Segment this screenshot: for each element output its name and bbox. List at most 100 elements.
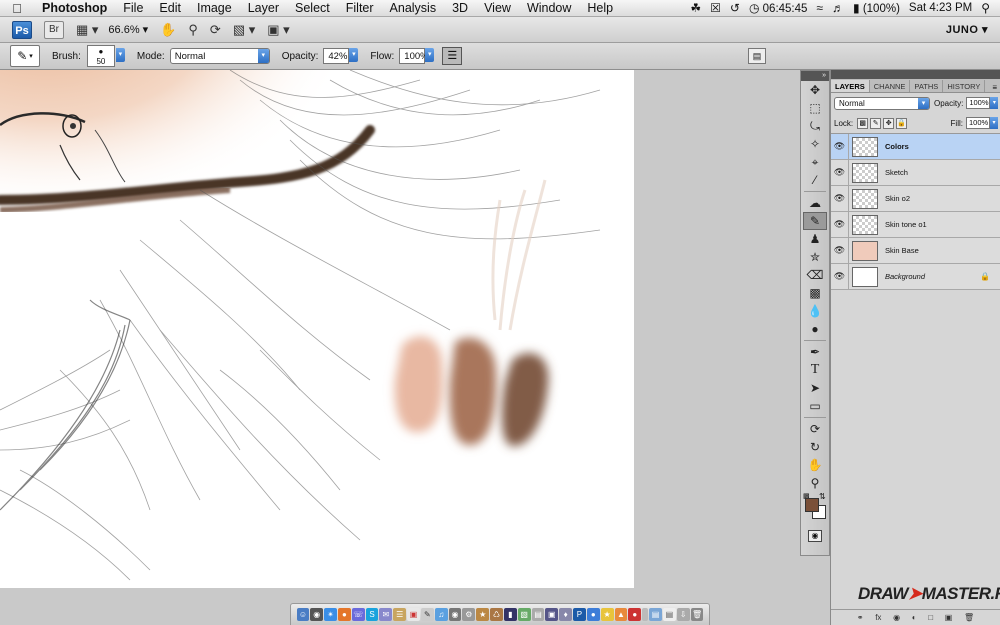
menu-file[interactable]: File bbox=[115, 1, 151, 15]
bridge-button[interactable]: Br bbox=[44, 20, 64, 39]
menu-filter[interactable]: Filter bbox=[338, 1, 382, 15]
history-brush-tool-icon[interactable]: ✮ bbox=[801, 248, 829, 266]
menu-image[interactable]: Image bbox=[189, 1, 240, 15]
menu-layer[interactable]: Layer bbox=[240, 1, 287, 15]
healing-brush-tool-icon[interactable]: ☁ bbox=[801, 194, 829, 212]
clone-stamp-tool-icon[interactable]: ♟ bbox=[801, 230, 829, 248]
game-icon[interactable]: ★ bbox=[476, 608, 490, 621]
safari-icon[interactable]: ✴ bbox=[324, 608, 337, 621]
tab-history[interactable]: HISTORY bbox=[943, 80, 986, 92]
app-red-icon[interactable]: ● bbox=[628, 608, 642, 621]
battery-status[interactable]: ▮ (100%) bbox=[853, 1, 900, 15]
panel-menu-icon[interactable]: ≡ bbox=[992, 83, 1000, 92]
system-preferences-icon[interactable]: ⚙ bbox=[462, 608, 476, 621]
dashboard-icon[interactable]: ◉ bbox=[310, 608, 324, 621]
canvas-area[interactable] bbox=[0, 70, 800, 625]
app-icon[interactable]: ▣ bbox=[545, 608, 559, 621]
brush-picker-arrow[interactable]: ▾ bbox=[115, 48, 125, 64]
layer-opacity-arrow[interactable]: ▾ bbox=[990, 97, 999, 109]
mail-icon[interactable]: ✉ bbox=[379, 608, 393, 621]
volume-icon[interactable]: ♬ bbox=[832, 1, 844, 15]
tab-layers[interactable]: LAYERS bbox=[831, 80, 870, 92]
shape-tool-icon[interactable]: ▭ bbox=[801, 397, 829, 415]
layer-row-colors[interactable]: 👁 Colors bbox=[831, 133, 1000, 160]
blur-tool-icon[interactable]: 💧 bbox=[801, 302, 829, 320]
eraser-tool-icon[interactable]: ⌫ bbox=[801, 266, 829, 284]
workspace-switcher[interactable]: JUNO ▾ bbox=[946, 23, 988, 36]
fill-field[interactable]: 100% bbox=[966, 117, 990, 129]
add-mask-icon[interactable]: ◉ bbox=[893, 613, 900, 622]
calendar-icon[interactable]: ▣ bbox=[407, 608, 420, 621]
new-layer-icon[interactable]: ▣ bbox=[945, 613, 953, 622]
vlc-icon[interactable]: ▲ bbox=[614, 608, 628, 621]
menu-app-name[interactable]: Photoshop bbox=[34, 1, 115, 15]
blend-mode-select[interactable]: Normal ▾ bbox=[834, 96, 930, 110]
layer-row-background[interactable]: 👁 Background 🔒 bbox=[831, 263, 1000, 290]
move-tool-icon[interactable]: ✥ bbox=[801, 81, 829, 99]
lock-all-icon[interactable]: 🔒 bbox=[896, 117, 908, 129]
app-yellow-icon[interactable]: ★ bbox=[600, 608, 614, 621]
gradient-tool-icon[interactable]: ▩ bbox=[801, 284, 829, 302]
toolbox-header[interactable]: » bbox=[801, 71, 829, 81]
opacity-slider-arrow[interactable]: ▾ bbox=[349, 48, 359, 64]
eye-icon[interactable]: 👁 bbox=[831, 159, 849, 186]
eye-icon[interactable]: 👁 bbox=[831, 133, 849, 160]
screen-mode-icon[interactable]: ▣ ▾ bbox=[267, 22, 289, 38]
tab-paths[interactable]: PATHS bbox=[910, 80, 944, 92]
activity-monitor-icon[interactable]: ▤ bbox=[531, 608, 545, 621]
menu-edit[interactable]: Edit bbox=[151, 1, 189, 15]
clock-readout[interactable]: ◷ 06:45:45 bbox=[749, 1, 807, 15]
quick-selection-tool-icon[interactable]: ✧ bbox=[801, 135, 829, 153]
camera-icon[interactable]: ◉ bbox=[448, 608, 462, 621]
lock-position-icon[interactable]: ✥ bbox=[883, 117, 895, 129]
layer-opacity-field[interactable]: 100% bbox=[966, 97, 991, 109]
datetime[interactable]: Sat 4:23 PM bbox=[909, 2, 972, 14]
tab-channels[interactable]: CHANNE bbox=[870, 80, 911, 92]
documents-icon[interactable]: ▤ bbox=[662, 608, 676, 621]
menu-3d[interactable]: 3D bbox=[444, 1, 476, 15]
time-machine-icon[interactable]: ↺ bbox=[730, 1, 740, 15]
photoshop-dock-icon[interactable]: P bbox=[573, 608, 586, 621]
finder-icon[interactable]: ☺ bbox=[296, 608, 310, 621]
lock-pixels-icon[interactable]: ✎ bbox=[870, 117, 882, 129]
zoom-tool-icon[interactable]: ⚲ bbox=[801, 474, 829, 492]
marquee-tool-icon[interactable]: ⬚ bbox=[801, 99, 829, 117]
layer-row-skin-o2[interactable]: 👁 Skin o2 bbox=[831, 185, 1000, 212]
3d-rotate-tool-icon[interactable]: ⟳ bbox=[801, 420, 829, 438]
fill-arrow[interactable]: ▾ bbox=[990, 117, 998, 129]
evernote-icon[interactable]: ☘ bbox=[690, 1, 701, 15]
firefox-icon[interactable]: ● bbox=[337, 608, 351, 621]
rotate-view-icon[interactable]: ⟳ bbox=[210, 22, 221, 38]
mode-select[interactable]: Normal ▾ bbox=[169, 48, 270, 64]
brush-tool-icon[interactable]: ✎ bbox=[803, 212, 827, 230]
new-group-icon[interactable]: □ bbox=[928, 613, 933, 622]
type-tool-icon[interactable]: T bbox=[801, 361, 829, 379]
arrange-documents-icon[interactable]: ▧ ▾ bbox=[233, 22, 255, 38]
layer-row-skin-tone-o1[interactable]: 👁 Skin tone o1 bbox=[831, 211, 1000, 238]
preview-icon[interactable]: ✎ bbox=[420, 608, 434, 621]
eye-icon[interactable]: 👁 bbox=[831, 211, 849, 238]
apple-menu-icon[interactable]:  bbox=[0, 1, 34, 16]
calculator-icon[interactable]: ▧ bbox=[517, 608, 531, 621]
layer-row-sketch[interactable]: 👁 Sketch bbox=[831, 159, 1000, 186]
lasso-tool-icon[interactable]: ⤿ bbox=[801, 117, 829, 135]
pen-tool-icon[interactable]: ✒ bbox=[801, 343, 829, 361]
menu-window[interactable]: Window bbox=[519, 1, 579, 15]
tool-preset-picker[interactable]: ✎ ▾ bbox=[10, 45, 40, 67]
ps-logo[interactable]: Ps bbox=[12, 20, 32, 39]
layer-style-icon[interactable]: fx bbox=[875, 613, 881, 622]
foreground-color-swatch[interactable] bbox=[805, 498, 819, 512]
menu-analysis[interactable]: Analysis bbox=[382, 1, 445, 15]
view-extras-icon[interactable]: ▦ ▾ bbox=[76, 22, 98, 38]
x-box-icon[interactable]: ☒ bbox=[710, 1, 721, 15]
flow-slider-arrow[interactable]: ▾ bbox=[425, 48, 435, 64]
layer-row-skin-base[interactable]: 👁 Skin Base bbox=[831, 237, 1000, 264]
crop-tool-icon[interactable]: ⌖ bbox=[801, 153, 829, 171]
trash-icon[interactable]: 🗑 bbox=[690, 608, 704, 621]
eye-icon[interactable]: 👁 bbox=[831, 237, 849, 264]
itunes-icon[interactable]: ♫ bbox=[434, 608, 448, 621]
zoom-level-dropdown[interactable]: 66.6% ▾ bbox=[108, 23, 148, 36]
downloads-icon[interactable]: ⇩ bbox=[676, 608, 690, 621]
spotlight-icon[interactable]: ⚲ bbox=[981, 1, 990, 15]
dodge-tool-icon[interactable]: ● bbox=[801, 320, 829, 338]
